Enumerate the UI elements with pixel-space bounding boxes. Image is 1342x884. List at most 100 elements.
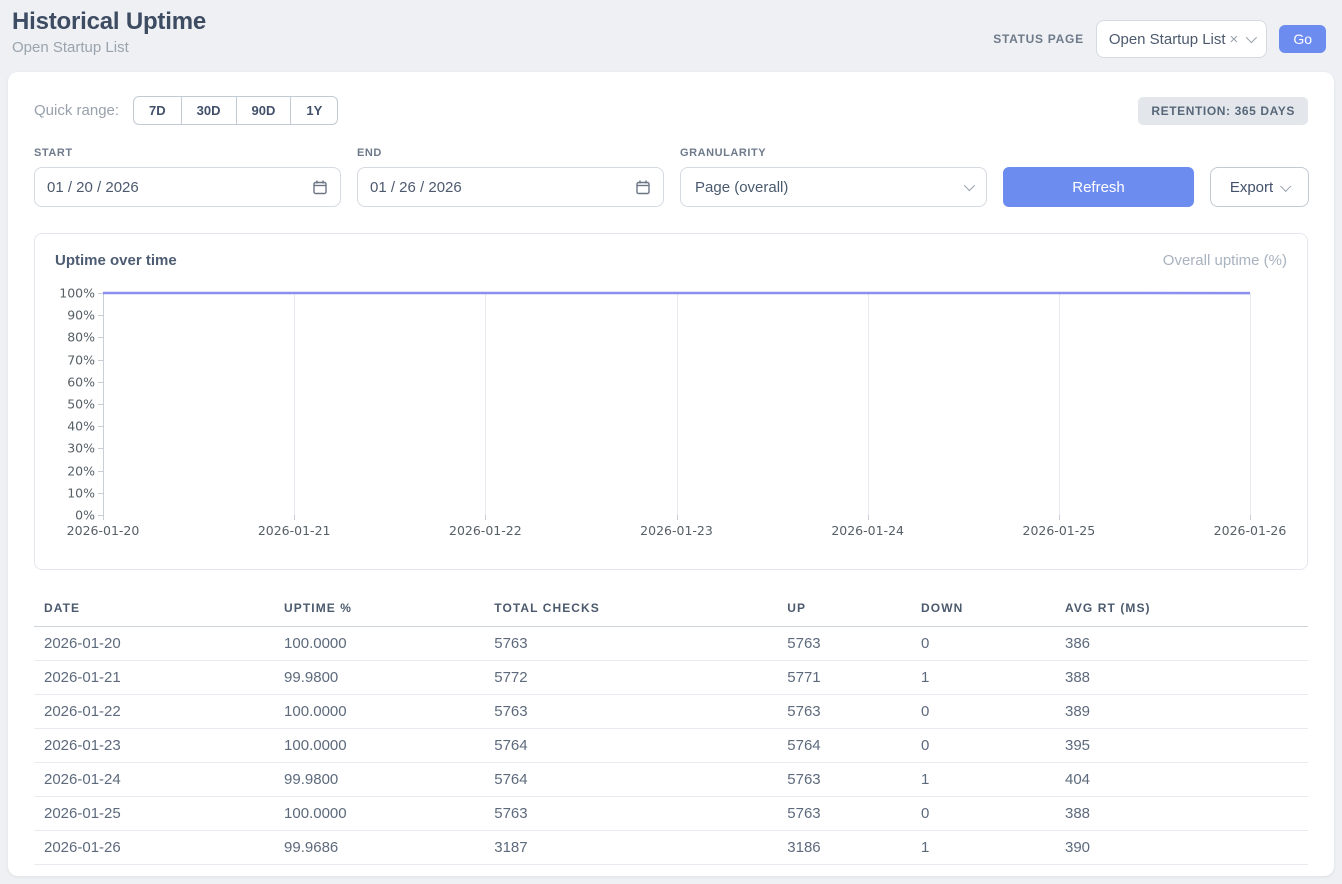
x-axis-tick-label: 2026-01-21: [258, 523, 331, 538]
refresh-button[interactable]: Refresh: [1003, 167, 1194, 207]
end-label: END: [357, 147, 664, 159]
x-axis-tick-label: 2026-01-22: [449, 523, 522, 538]
x-axis-tick: [1059, 515, 1060, 520]
x-axis-tick: [294, 515, 295, 520]
table-cell: 5763: [779, 763, 913, 797]
quick-range-1y[interactable]: 1Y: [291, 96, 338, 125]
x-axis-tick: [868, 515, 869, 520]
table-column-header: DOWN: [913, 593, 1057, 627]
table-cell: 5763: [779, 695, 913, 729]
y-axis-tick-label: 0%: [49, 508, 95, 523]
table-cell: 5764: [779, 729, 913, 763]
start-date-input[interactable]: 01 / 20 / 2026: [34, 167, 341, 207]
table-cell: 5763: [486, 797, 779, 831]
table-cell: 100.0000: [276, 695, 486, 729]
table-cell: 99.9686: [276, 831, 486, 865]
table-cell: 5771: [779, 661, 913, 695]
table-cell: 390: [1057, 831, 1308, 865]
table-cell: 99.9800: [276, 763, 486, 797]
table-column-header: AVG RT (MS): [1057, 593, 1308, 627]
table-row: 2026-01-2199.9800577257711388: [34, 661, 1308, 695]
table-cell: 5764: [486, 763, 779, 797]
end-date-value: 01 / 26 / 2026: [370, 179, 635, 196]
y-axis-tick-label: 80%: [49, 330, 95, 345]
table-cell: 1: [913, 831, 1057, 865]
x-axis-tick-label: 2026-01-25: [1023, 523, 1096, 538]
x-axis-tick-label: 2026-01-24: [831, 523, 904, 538]
page: Historical Uptime Open Startup List STAT…: [0, 0, 1342, 884]
title-block: Historical Uptime Open Startup List: [12, 8, 206, 56]
y-axis-tick-label: 60%: [49, 374, 95, 389]
table-cell: 2026-01-22: [34, 695, 276, 729]
quick-range-7d[interactable]: 7D: [133, 96, 182, 125]
export-button[interactable]: Export: [1210, 167, 1309, 207]
granularity-select[interactable]: Page (overall): [680, 167, 987, 207]
table-cell: 389: [1057, 695, 1308, 729]
table-cell: 5772: [486, 661, 779, 695]
chevron-down-icon: [1246, 32, 1257, 43]
start-field-group: START 01 / 20 / 2026: [34, 147, 341, 207]
table-cell: 2026-01-26: [34, 831, 276, 865]
start-date-value: 01 / 20 / 2026: [47, 179, 312, 196]
calendar-icon[interactable]: [635, 179, 651, 195]
chevron-down-icon: [1280, 181, 1291, 192]
retention-badge: RETENTION: 365 DAYS: [1138, 97, 1308, 125]
x-axis-tick-label: 2026-01-26: [1214, 523, 1287, 538]
table-cell: 0: [913, 695, 1057, 729]
clear-icon[interactable]: ×: [1230, 31, 1239, 48]
quick-range-30d[interactable]: 30D: [182, 96, 237, 125]
table-row: 2026-01-22100.0000576357630389: [34, 695, 1308, 729]
end-date-input[interactable]: 01 / 26 / 2026: [357, 167, 664, 207]
status-page-value: Open Startup List: [1109, 31, 1226, 48]
table-cell: 5763: [779, 797, 913, 831]
status-page-label: STATUS PAGE: [993, 32, 1084, 46]
granularity-field-group: GRANULARITY Page (overall): [680, 147, 987, 207]
x-axis-tick: [1250, 515, 1251, 520]
table-column-header: TOTAL CHECKS: [486, 593, 779, 627]
page-subtitle: Open Startup List: [12, 39, 206, 56]
table-cell: 0: [913, 729, 1057, 763]
chart-x-axis-labels: 2026-01-202026-01-212026-01-222026-01-23…: [103, 523, 1250, 541]
go-button[interactable]: Go: [1279, 25, 1326, 53]
table-cell: 386: [1057, 627, 1308, 661]
table-cell: 0: [913, 627, 1057, 661]
table-column-header: UP: [779, 593, 913, 627]
quick-range-label: Quick range:: [34, 102, 119, 119]
table-column-header: DATE: [34, 593, 276, 627]
table-cell: 3186: [779, 831, 913, 865]
export-label: Export: [1230, 179, 1273, 196]
quick-range-group: 7D30D90D1Y: [133, 96, 338, 125]
granularity-value: Page (overall): [695, 179, 956, 196]
table-column-header: UPTIME %: [276, 593, 486, 627]
table-cell: 5763: [779, 627, 913, 661]
chart-card: Uptime over time Overall uptime (%) 0%10…: [34, 233, 1308, 570]
table-cell: 99.9800: [276, 661, 486, 695]
chart-plot: 0%10%20%30%40%50%60%70%80%90%100%: [103, 293, 1250, 515]
x-axis-tick: [485, 515, 486, 520]
table-cell: 388: [1057, 661, 1308, 695]
quick-range-90d[interactable]: 90D: [237, 96, 292, 125]
calendar-icon[interactable]: [312, 179, 328, 195]
y-axis-tick-label: 30%: [49, 441, 95, 456]
filter-form: START 01 / 20 / 2026 END: [34, 147, 1308, 207]
chart-header: Uptime over time Overall uptime (%): [55, 252, 1287, 269]
table-cell: 3187: [486, 831, 779, 865]
table-cell: 2026-01-21: [34, 661, 276, 695]
table-row: 2026-01-20100.0000576357630386: [34, 627, 1308, 661]
y-axis-tick-label: 40%: [49, 419, 95, 434]
status-page-select[interactable]: Open Startup List ×: [1096, 20, 1268, 58]
table-header: DATEUPTIME %TOTAL CHECKSUPDOWNAVG RT (MS…: [34, 593, 1308, 627]
table-cell: 5763: [486, 695, 779, 729]
table-cell: 1: [913, 661, 1057, 695]
vertical-gridline: [1250, 293, 1251, 515]
y-axis-tick-label: 90%: [49, 308, 95, 323]
chevron-down-icon: [964, 180, 975, 191]
chart-title: Uptime over time: [55, 252, 177, 269]
table-row: 2026-01-23100.0000576457640395: [34, 729, 1308, 763]
granularity-label: GRANULARITY: [680, 147, 987, 159]
status-page-controls: STATUS PAGE Open Startup List × Go: [993, 20, 1326, 58]
table-cell: 5764: [486, 729, 779, 763]
table-cell: 404: [1057, 763, 1308, 797]
end-field-group: END 01 / 26 / 2026: [357, 147, 664, 207]
table-cell: 100.0000: [276, 797, 486, 831]
